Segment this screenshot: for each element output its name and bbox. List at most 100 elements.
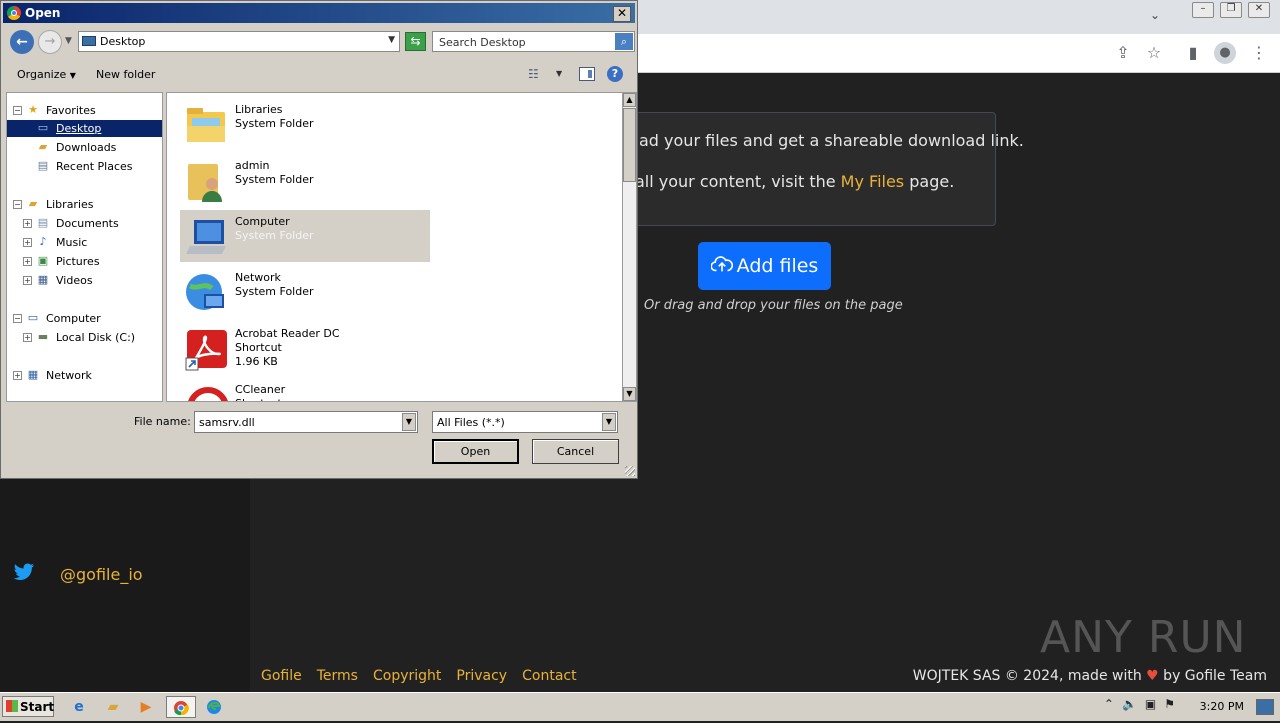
expand-icon[interactable]: +: [23, 257, 32, 266]
footer-link-contact[interactable]: Contact: [522, 668, 576, 684]
documents-icon: ▤: [37, 216, 49, 229]
chevron-down-icon[interactable]: ▼: [602, 413, 616, 431]
tree-item-downloads[interactable]: ▰ Downloads: [7, 139, 162, 156]
star-icon[interactable]: ☆: [1143, 42, 1165, 64]
twitter-link[interactable]: @gofile_io: [12, 562, 143, 586]
explorer-icon[interactable]: ▰: [102, 696, 124, 718]
flag-icon[interactable]: ⚑: [1164, 697, 1175, 711]
tree-item-libraries[interactable]: − ▰ Libraries: [7, 196, 162, 213]
more-icon[interactable]: ⋮: [1248, 42, 1270, 64]
tree-item-recent-places[interactable]: ▤ Recent Places: [7, 158, 162, 175]
file-type: System Folder: [235, 229, 314, 242]
file-type-select[interactable]: All Files (*.*) ▼: [432, 411, 618, 433]
expand-icon[interactable]: +: [23, 238, 32, 247]
dialog-titlebar[interactable]: Open ✕: [3, 3, 635, 23]
file-type: Shortcut: [235, 397, 282, 401]
scroll-down-icon[interactable]: ▼: [623, 387, 636, 401]
chevron-down-icon[interactable]: ▼: [388, 35, 395, 45]
media-player-icon[interactable]: ▶: [135, 696, 157, 718]
tree-label: Favorites: [46, 104, 96, 117]
file-item-computer[interactable]: Computer System Folder: [180, 210, 430, 262]
forward-button[interactable]: →: [38, 30, 62, 54]
recent-locations-dropdown[interactable]: ▼: [65, 36, 72, 46]
info-text-post: page.: [904, 172, 955, 191]
file-item-admin[interactable]: admin System Folder: [180, 154, 430, 206]
resize-grip-icon[interactable]: [625, 466, 635, 476]
chevron-down-icon[interactable]: ▼: [556, 69, 562, 78]
back-button[interactable]: ←: [10, 30, 34, 54]
footer-link-gofile[interactable]: Gofile: [261, 668, 302, 684]
refresh-button[interactable]: ⇆: [405, 32, 426, 51]
cancel-button[interactable]: Cancel: [532, 439, 619, 464]
libraries-icon: ▰: [28, 197, 38, 210]
window-controls: – ❐ ✕: [1192, 0, 1270, 20]
footer-link-copyright[interactable]: Copyright: [373, 668, 441, 684]
chrome-icon: [7, 6, 21, 20]
ie-icon[interactable]: e: [68, 696, 90, 718]
libraries-folder-icon: [187, 108, 225, 142]
minimize-icon[interactable]: –: [1192, 2, 1214, 18]
search-icon[interactable]: ⌕: [615, 33, 633, 50]
footer-link-privacy[interactable]: Privacy: [456, 668, 507, 684]
preview-pane-icon[interactable]: [579, 67, 595, 81]
tree-item-local-disk[interactable]: + ▬ Local Disk (C:): [7, 329, 162, 346]
help-icon[interactable]: ?: [607, 66, 623, 82]
start-button[interactable]: Start: [2, 696, 54, 717]
profile-button[interactable]: ●: [1214, 42, 1236, 64]
restore-icon[interactable]: ❐: [1220, 2, 1242, 18]
clock[interactable]: 3:20 PM: [1200, 700, 1244, 713]
expand-icon[interactable]: +: [23, 333, 32, 342]
file-name-input[interactable]: samsrv.dll ▼: [194, 411, 418, 433]
expand-icon[interactable]: +: [23, 219, 32, 228]
my-files-link[interactable]: My Files: [841, 172, 904, 191]
file-type: System Folder: [235, 285, 314, 298]
add-files-button[interactable]: Add files: [698, 242, 831, 290]
info-text-pre: all your content, visit the: [635, 172, 841, 191]
file-name: Computer: [235, 215, 290, 228]
expand-icon[interactable]: +: [23, 276, 32, 285]
file-item-ccleaner[interactable]: CCleaner Shortcut: [180, 378, 430, 401]
new-folder-button[interactable]: New folder: [96, 68, 155, 81]
computer-icon: [186, 220, 226, 254]
file-item-acrobat[interactable]: Acrobat Reader DC Shortcut 1.96 KB: [180, 322, 430, 374]
open-button[interactable]: Open: [432, 439, 519, 464]
tree-item-pictures[interactable]: + ▣ Pictures: [7, 253, 162, 270]
tree-item-music[interactable]: + ♪ Music: [7, 234, 162, 251]
volume-icon[interactable]: 🔈: [1122, 697, 1137, 711]
close-icon[interactable]: ✕: [1248, 2, 1270, 18]
tree-item-network[interactable]: + ▦ Network: [7, 367, 162, 384]
collapse-icon[interactable]: −: [13, 106, 22, 115]
show-desktop-button[interactable]: [1256, 699, 1274, 715]
collapse-icon[interactable]: −: [13, 200, 22, 209]
view-options-icon[interactable]: ☷: [528, 67, 544, 81]
file-item-libraries[interactable]: Libraries System Folder: [180, 98, 430, 150]
dialog-title: Open: [25, 6, 61, 20]
tree-item-videos[interactable]: + ▦ Videos: [7, 272, 162, 289]
network-tray-icon[interactable]: ▣: [1145, 697, 1156, 711]
file-item-network[interactable]: Network System Folder: [180, 266, 430, 318]
sidebar-icon[interactable]: ▮: [1182, 42, 1204, 64]
footer-link-terms[interactable]: Terms: [317, 668, 358, 684]
search-input[interactable]: Search Desktop ⌕: [432, 31, 635, 52]
tree-item-desktop[interactable]: ▭ Desktop: [7, 120, 162, 137]
dialog-close-button[interactable]: ✕: [613, 6, 631, 22]
tree-item-favorites[interactable]: − ★ Favorites: [7, 102, 162, 119]
file-list-scrollbar[interactable]: ▲ ▼: [622, 92, 637, 402]
organize-button[interactable]: Organize ▼: [17, 68, 76, 81]
computer-icon: ▭: [27, 311, 39, 324]
collapse-icon[interactable]: −: [13, 314, 22, 323]
file-name: Acrobat Reader DC: [235, 327, 340, 340]
chrome-icon[interactable]: [166, 696, 196, 718]
expand-icon[interactable]: +: [13, 371, 22, 380]
address-bar[interactable]: Desktop ▼: [78, 31, 400, 52]
chevron-down-icon[interactable]: ⌄: [1150, 8, 1160, 22]
scroll-thumb[interactable]: [623, 108, 636, 182]
scroll-up-icon[interactable]: ▲: [623, 93, 636, 107]
share-icon[interactable]: ⇪: [1112, 42, 1134, 64]
tray-expand-icon[interactable]: ⌃: [1104, 697, 1114, 711]
chevron-down-icon[interactable]: ▼: [402, 413, 416, 431]
tree-item-computer[interactable]: − ▭ Computer: [7, 310, 162, 327]
desktop-icon: ▭: [37, 121, 49, 134]
edge-icon[interactable]: [203, 696, 225, 718]
tree-item-documents[interactable]: + ▤ Documents: [7, 215, 162, 232]
